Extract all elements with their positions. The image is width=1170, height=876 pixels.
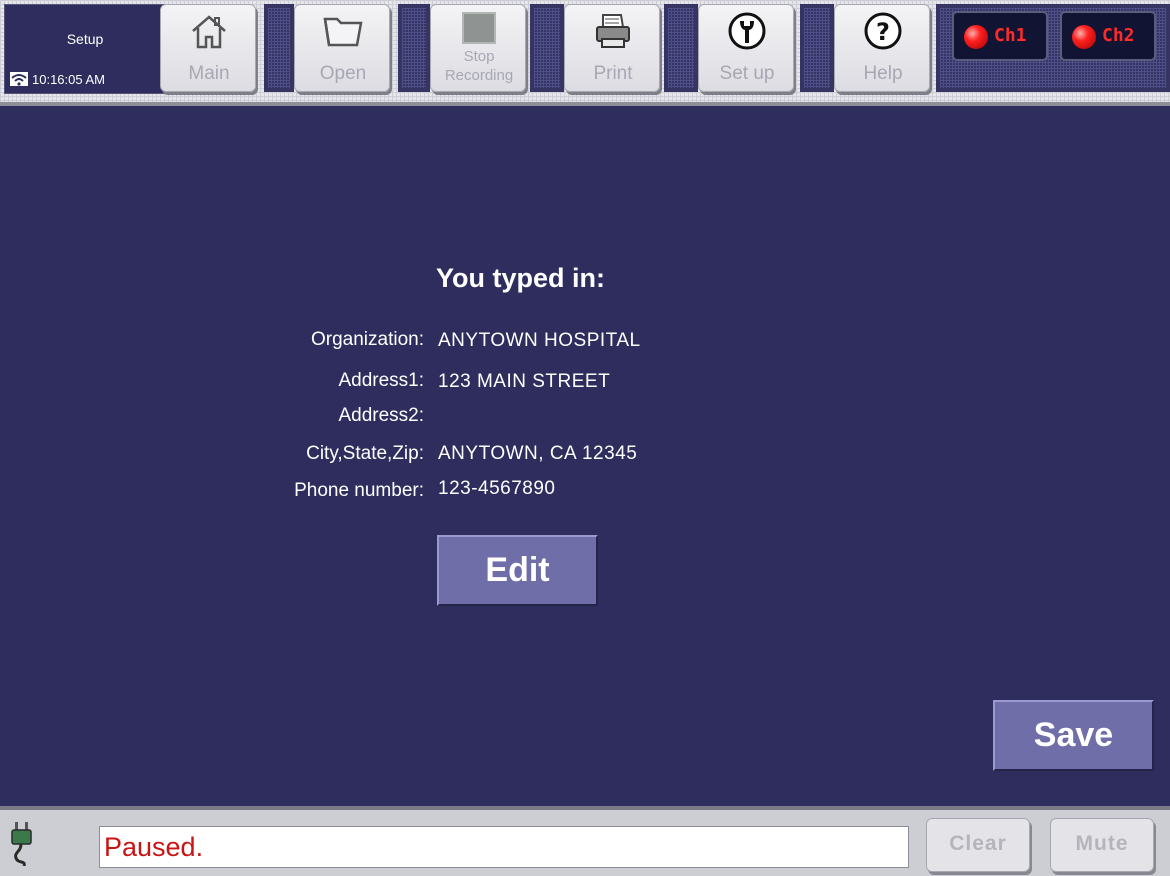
open-button-label: Open [319,63,367,84]
setup-button-label: Set up [719,63,775,84]
toolbar-spacer [530,4,564,92]
help-icon: ? [864,12,902,50]
setup-button[interactable]: Set up [698,4,794,92]
status-message-field: Paused. [99,826,909,868]
power-plug-icon [11,822,32,866]
address2-label: Address2: [338,405,424,426]
channel-2-led-icon [1072,25,1096,49]
toolbar-divider [0,102,1170,106]
print-button[interactable]: Print [564,4,660,92]
city-state-zip-label: City,State,Zip: [306,443,424,464]
address1-value: 123 MAIN STREET [438,371,611,392]
main-button-label: Main [188,63,230,84]
address1-label: Address1: [338,370,424,391]
toolbar-spacer [800,4,834,92]
save-button[interactable]: Save [993,700,1154,771]
svg-text:?: ? [876,18,890,46]
open-button[interactable]: Open [294,4,390,92]
confirmation-heading: You typed in: [436,263,605,293]
folder-icon [323,17,363,47]
print-button-label: Print [593,63,633,84]
channel-1-led-icon [964,25,988,49]
channel-1-label: Ch1 [994,25,1027,46]
help-button-label: Help [863,63,903,84]
organization-value: ANYTOWN HOSPITAL [438,330,641,351]
toolbar-spacer [664,4,698,92]
city-state-zip-value: ANYTOWN, CA 12345 [438,443,638,464]
toolbar-spacer [398,4,430,92]
wifi-icon [10,72,28,86]
clear-button[interactable]: Clear [926,818,1030,872]
stop-icon [462,12,496,44]
home-icon [192,15,226,49]
channel-2-label: Ch2 [1102,25,1135,46]
status-bar: Paused. Clear Mute [0,806,1170,876]
toolbar: Setup 10:16:05 AM Main Open Stop Recordi… [0,0,1170,106]
toolbar-spacer [264,4,294,92]
mute-button[interactable]: Mute [1050,818,1154,872]
stop-recording-button[interactable]: Stop Recording [430,4,526,92]
phone-number-value: 123-4567890 [438,478,556,499]
clock: 10:16:05 AM [32,72,105,87]
organization-label: Organization: [310,329,424,350]
printer-icon [596,14,630,48]
main-button[interactable]: Main [160,4,256,92]
clock-strip: 10:16:05 AM [4,66,164,92]
channel-2-button[interactable]: Ch2 [1060,11,1156,61]
help-button[interactable]: ? Help [834,4,930,92]
channel-1-button[interactable]: Ch1 [952,11,1048,61]
screen-title: Setup [66,31,104,47]
edit-button[interactable]: Edit [437,535,598,606]
stop-recording-button-label: Stop Recording [444,48,514,84]
wrench-icon [728,12,766,50]
status-bar-divider [0,806,1170,810]
phone-number-label: Phone number: [294,480,424,501]
